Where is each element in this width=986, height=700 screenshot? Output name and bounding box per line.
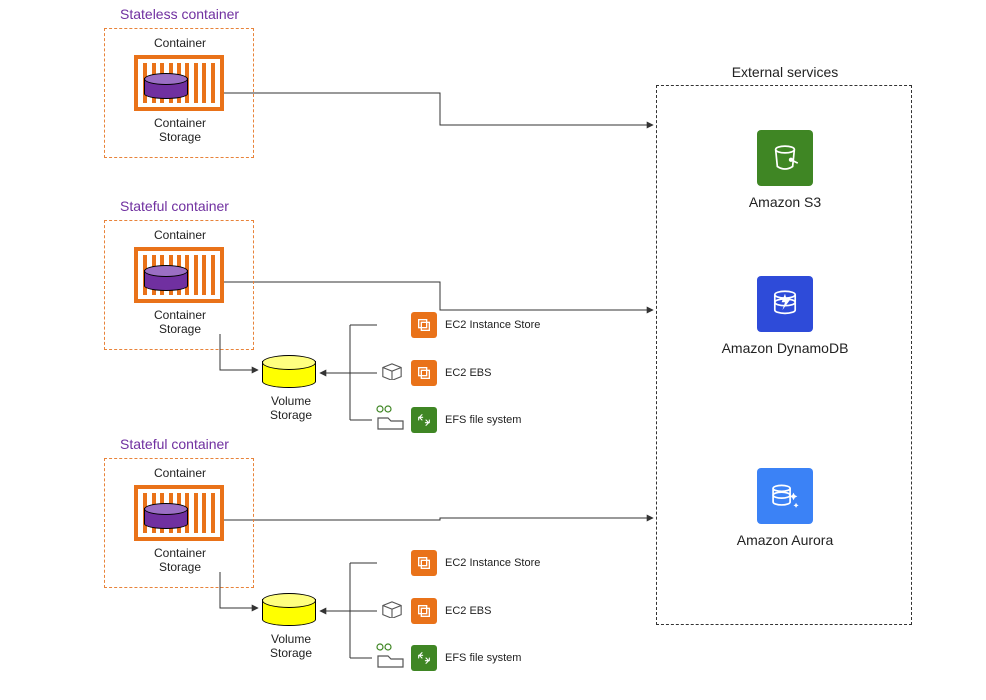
stateful1-storage-label: Container Storage: [140, 308, 220, 337]
aurora-label: Amazon Aurora: [715, 532, 855, 548]
amazon-s3-icon: [757, 130, 813, 186]
container-icon: [134, 247, 224, 303]
amazon-aurora-icon: [757, 468, 813, 524]
stateless-container-label: Container: [140, 36, 220, 50]
container-icon: [134, 485, 224, 541]
stateful1-backend2-label: EC2 EBS: [445, 367, 491, 379]
volume-storage-icon: [262, 593, 316, 629]
stateful1-backend3-label: EFS file system: [445, 414, 521, 426]
efs-icon: [411, 407, 437, 433]
stateful2-backend3-label: EFS file system: [445, 652, 521, 664]
ec2-instance-store-icon: [411, 312, 437, 338]
amazon-dynamodb-icon: [757, 276, 813, 332]
folder-gears-aux-icon: [374, 404, 407, 430]
stateful1-title: Stateful container: [120, 198, 229, 214]
folder-gears-aux-icon: [374, 642, 407, 668]
stateful2-backend2-label: EC2 EBS: [445, 605, 491, 617]
ec2-ebs-icon: [411, 598, 437, 624]
stateful2-container-label: Container: [140, 466, 220, 480]
box-aux-icon: [381, 600, 403, 620]
stateful1-container-label: Container: [140, 228, 220, 242]
external-title: External services: [725, 64, 845, 80]
stateless-storage-label: Container Storage: [140, 116, 220, 145]
stateful1-backend1-label: EC2 Instance Store: [445, 319, 540, 331]
ec2-ebs-icon: [411, 360, 437, 386]
efs-icon: [411, 645, 437, 671]
volume-storage-icon: [262, 355, 316, 391]
stateful2-storage-label: Container Storage: [140, 546, 220, 575]
stateful2-volume-label: Volume Storage: [256, 632, 326, 661]
stateful2-title: Stateful container: [120, 436, 229, 452]
s3-label: Amazon S3: [715, 194, 855, 210]
stateful2-backend1-label: EC2 Instance Store: [445, 557, 540, 569]
container-icon: [134, 55, 224, 111]
stateful1-volume-label: Volume Storage: [256, 394, 326, 423]
box-aux-icon: [381, 362, 403, 382]
dynamodb-label: Amazon DynamoDB: [715, 340, 855, 356]
stateless-title: Stateless container: [120, 6, 239, 22]
ec2-instance-store-icon: [411, 550, 437, 576]
